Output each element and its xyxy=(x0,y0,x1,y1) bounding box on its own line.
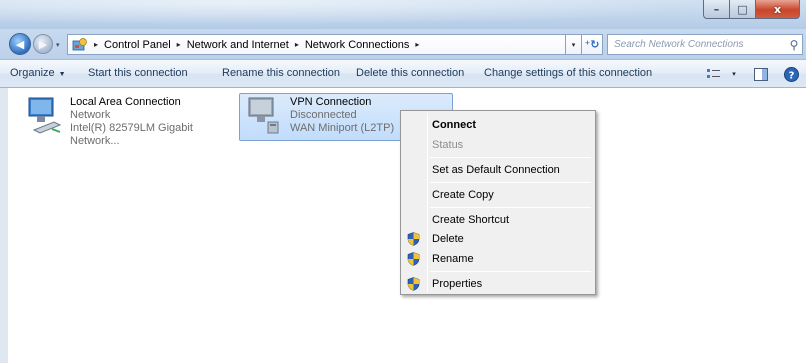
back-button[interactable]: ◀ xyxy=(9,33,31,55)
list-item-local-area-connection[interactable]: Local Area Connection Network Intel(R) 8… xyxy=(26,96,236,147)
minimize-icon: – xyxy=(713,2,720,16)
delete-connection-button[interactable]: Delete this connection xyxy=(356,67,464,79)
control-panel-icon xyxy=(72,37,87,50)
search-input[interactable] xyxy=(608,35,786,54)
window-controls: – □ x xyxy=(703,0,800,19)
start-connection-button[interactable]: Start this connection xyxy=(88,67,188,79)
connection-details: VPN Connection Disconnected WAN Miniport… xyxy=(286,96,394,140)
menu-item-label: Create Shortcut xyxy=(432,214,510,226)
maximize-button[interactable]: □ xyxy=(730,0,756,19)
menu-item-connect[interactable]: Connect xyxy=(403,115,593,135)
connection-details: Local Area Connection Network Intel(R) 8… xyxy=(66,96,236,147)
breadcrumb-separator-icon[interactable]: ▸ xyxy=(177,40,181,49)
shield-icon xyxy=(407,277,420,291)
menu-item-create-shortcut[interactable]: Create Shortcut xyxy=(403,210,593,230)
command-bar: Organize ▼ Start this connection Rename t… xyxy=(0,59,806,88)
network-adapter-icon xyxy=(26,96,66,136)
title-bar-glass xyxy=(0,0,806,29)
preview-pane-icon xyxy=(754,67,768,81)
menu-item-label: Set as Default Connection xyxy=(432,164,560,176)
menu-item-label: Status xyxy=(432,139,464,151)
change-settings-button[interactable]: Change settings of this connection xyxy=(484,67,652,79)
view-icon xyxy=(707,69,720,78)
breadcrumb-separator-icon[interactable]: ▸ xyxy=(415,40,419,49)
address-dropdown-button[interactable]: ▾ xyxy=(566,34,582,55)
shield-icon xyxy=(407,252,420,266)
left-edge xyxy=(0,88,8,363)
menu-item-label: Connect xyxy=(432,119,476,131)
address-bar[interactable]: ▸ Control Panel ▸ Network and Internet ▸… xyxy=(67,34,566,55)
menu-separator xyxy=(430,207,591,208)
breadcrumb-network-and-internet[interactable]: Network and Internet xyxy=(187,39,289,51)
title-bar: – □ x xyxy=(0,0,806,29)
search-icon[interactable]: ⚲ xyxy=(786,38,802,52)
connection-device: WAN Miniport (L2TP) xyxy=(290,122,395,134)
connection-name: Local Area Connection xyxy=(70,96,181,108)
context-menu: Connect Status Set as Default Connection… xyxy=(400,110,596,295)
organize-button[interactable]: Organize ▼ xyxy=(10,67,66,79)
vpn-adapter-icon xyxy=(246,96,286,136)
menu-separator xyxy=(430,271,591,272)
help-icon: ? xyxy=(783,66,799,82)
refresh-button[interactable]: ⁺↻ xyxy=(582,34,603,55)
breadcrumb: ▸ Control Panel ▸ Network and Internet ▸… xyxy=(88,39,425,51)
search-box: ⚲ xyxy=(607,34,803,55)
back-arrow-icon: ◀ xyxy=(15,37,25,51)
menu-item-label: Properties xyxy=(432,278,483,290)
menu-item-create-copy[interactable]: Create Copy xyxy=(403,185,593,205)
refresh-icon: ⁺↻ xyxy=(584,38,600,51)
menu-separator xyxy=(430,182,591,183)
close-icon: x xyxy=(773,2,782,16)
shield-icon xyxy=(407,232,420,246)
breadcrumb-control-panel[interactable]: Control Panel xyxy=(104,39,171,51)
breadcrumb-network-connections[interactable]: Network Connections xyxy=(305,39,410,51)
help-button[interactable]: ? xyxy=(783,66,799,82)
menu-item-label: Delete xyxy=(432,233,464,245)
connection-device: Intel(R) 82579LM Gigabit Network... xyxy=(70,122,193,147)
menu-item-status: Status xyxy=(403,135,593,155)
menu-item-rename[interactable]: Rename xyxy=(403,249,593,269)
menu-item-label: Rename xyxy=(432,253,474,265)
forward-button[interactable]: ▶ xyxy=(33,34,53,54)
svg-text:?: ? xyxy=(788,70,794,81)
recent-pages-dropdown[interactable]: ▾ xyxy=(56,41,60,49)
connection-status: Disconnected xyxy=(290,109,357,121)
forward-arrow-icon: ▶ xyxy=(38,37,48,51)
connection-name: VPN Connection xyxy=(290,96,372,108)
menu-item-properties[interactable]: Properties xyxy=(403,274,593,294)
chevron-down-icon: ▼ xyxy=(58,71,66,78)
change-view-button[interactable] xyxy=(707,66,721,82)
organize-label: Organize xyxy=(10,67,55,79)
preview-pane-button[interactable] xyxy=(754,66,768,82)
breadcrumb-separator-icon: ▸ xyxy=(94,40,99,49)
address-row: ◀ ▶ ▾ ▸ Control Panel ▸ Network and Inte… xyxy=(0,29,806,59)
connection-status: Network xyxy=(70,109,111,121)
rename-connection-button[interactable]: Rename this connection xyxy=(222,67,340,79)
view-options-dropdown[interactable]: ▾ xyxy=(729,66,739,82)
maximize-icon: □ xyxy=(737,2,748,16)
breadcrumb-separator-icon[interactable]: ▸ xyxy=(295,40,299,49)
minimize-button[interactable]: – xyxy=(703,0,730,19)
close-button[interactable]: x xyxy=(756,0,800,19)
menu-item-delete[interactable]: Delete xyxy=(403,229,593,249)
menu-separator xyxy=(430,157,591,158)
menu-item-label: Create Copy xyxy=(432,189,494,201)
menu-item-set-as-default[interactable]: Set as Default Connection xyxy=(403,160,593,180)
